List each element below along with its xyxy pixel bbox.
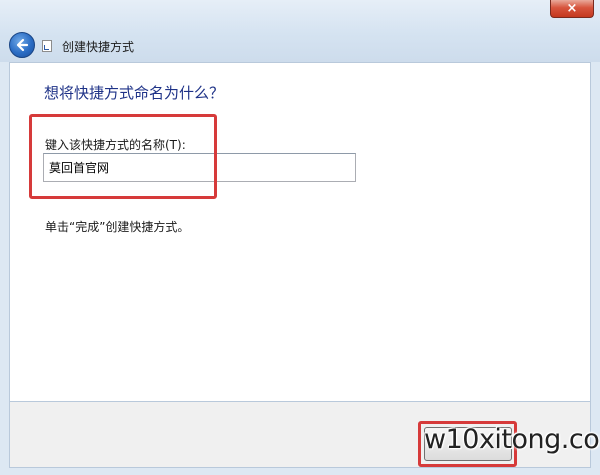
watermark: w10xitong.com [424,424,600,455]
window-title: 创建快捷方式 [62,40,135,54]
back-arrow-icon [16,38,29,52]
shortcut-icon [42,40,52,52]
close-button[interactable]: × [550,0,594,18]
name-field-highlight [29,114,217,199]
back-button[interactable] [9,32,35,58]
close-icon: × [566,1,578,16]
instruction-text: 单击“完成”创建快捷方式。 [45,220,190,234]
page-heading: 想将快捷方式命名为什么？ [44,84,225,102]
